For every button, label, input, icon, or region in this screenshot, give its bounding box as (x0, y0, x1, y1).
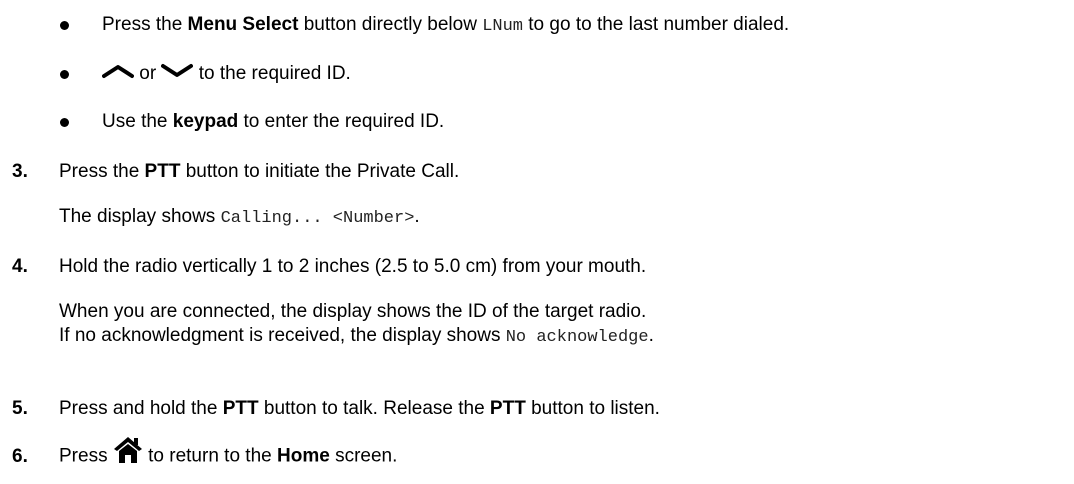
ptt-label: PTT (489, 398, 526, 419)
text: Press the (59, 161, 145, 182)
menu-select-label: Menu Select (187, 14, 299, 35)
text: . (648, 325, 654, 346)
step-4-line-3: If no acknowledgment is received, the di… (59, 324, 654, 350)
text: Press (59, 445, 113, 467)
no-acknowledge-code: No acknowledge (505, 328, 649, 347)
text: to enter the required ID. (238, 111, 445, 132)
text: button to listen. (525, 398, 660, 419)
text: Use the (102, 111, 173, 132)
bullet-dot (60, 70, 69, 79)
text: Hold the radio vertically 1 to 2 inches … (59, 256, 647, 277)
step-number: 3. (12, 161, 28, 182)
ptt-label: PTT (222, 398, 259, 419)
bullet-item-menu-select: Press the Menu Select button directly be… (102, 13, 789, 39)
step-number: 4. (12, 256, 28, 277)
bullet-item-keypad: Use the keypad to enter the required ID. (102, 110, 444, 134)
chevron-up-icon (102, 62, 134, 86)
step-3-line-2: The display shows Calling... <Number>. (59, 205, 420, 231)
bullet-dot (60, 118, 69, 127)
keypad-label: keypad (172, 111, 239, 132)
step-number: 6. (12, 446, 28, 467)
text: to go to the last number dialed. (523, 14, 790, 35)
step-5-line-1: Press and hold the PTT button to talk. R… (59, 397, 660, 421)
step-number: 5. (12, 398, 28, 419)
lnum-code: LNum (482, 17, 523, 36)
calling-code: Calling... <Number> (220, 209, 415, 228)
text: The display shows (59, 206, 221, 227)
text: If no acknowledgment is received, the di… (59, 325, 506, 346)
text: button directly below (298, 14, 483, 35)
step-6-line-1: Press to return to the Home screen. (59, 437, 398, 472)
step-3-line-1: Press the PTT button to initiate the Pri… (59, 160, 459, 184)
text: Press and hold the (59, 398, 223, 419)
text: to return to the (142, 445, 277, 467)
text: When you are connected, the display show… (59, 301, 647, 322)
text: screen. (329, 445, 398, 467)
document-page: Press the Menu Select button directly be… (0, 0, 1074, 484)
text: button to initiate the Private Call. (180, 161, 460, 182)
step-4-line-1: Hold the radio vertically 1 to 2 inches … (59, 255, 646, 279)
ptt-label: PTT (144, 161, 181, 182)
text: Press the (102, 14, 188, 35)
home-icon (113, 435, 143, 472)
text: . (414, 206, 420, 227)
text: button to talk. Release the (258, 398, 490, 419)
step-4-line-2: When you are connected, the display show… (59, 300, 646, 324)
bullet-dot (60, 21, 69, 30)
text: or (134, 63, 162, 85)
chevron-down-icon (161, 62, 194, 86)
home-label: Home (277, 445, 330, 467)
text: to the required ID. (193, 63, 351, 85)
bullet-item-navigate: or to the required ID. (102, 62, 351, 86)
